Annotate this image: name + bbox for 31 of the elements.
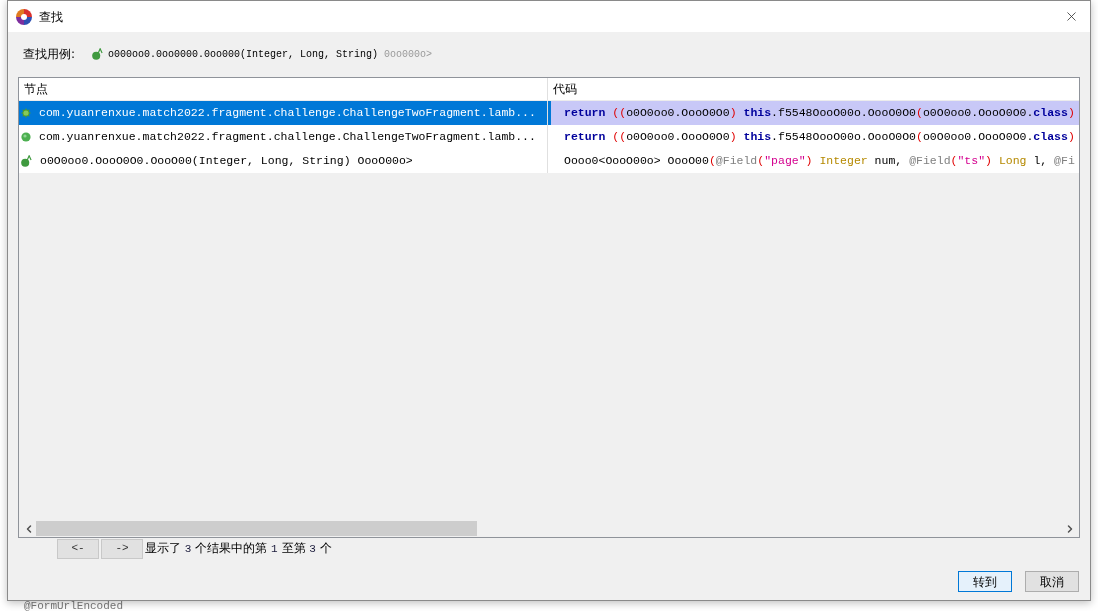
code-line: return ((o0O0oo0.OooO0O0) this.f5548OooO00o.OooO0O0(o0O0oo0.OooO0O0.class) <box>564 106 1075 120</box>
return-type: 0oo000o> <box>384 47 433 62</box>
column-header[interactable]: 代码 <box>548 78 1079 100</box>
previous-button[interactable]: <- <box>57 538 99 559</box>
search-label: 查找用例: <box>23 46 77 63</box>
cancel-button[interactable]: 取消 <box>1025 571 1079 592</box>
node-name: com.yuanrenxue.match2022.fragment.challenge.ChallengeTwoFragment.lamb... <box>39 105 536 122</box>
results-status: 显示了 3 个结果中的第 1 至第 3 个 <box>145 540 332 558</box>
method-icon <box>21 155 32 167</box>
table-cell[interactable]: return ((o0O0oo0.OooO0O0) this.f5548OooO00o.OooO0O0(o0O0oo0.OooO0O0.class) <box>548 101 1079 125</box>
node-name: com.yuanrenxue.match2022.fragment.challenge.ChallengeTwoFragment.lamb... <box>39 129 536 146</box>
scrollbar-thumb[interactable] <box>36 521 477 536</box>
table-cell[interactable]: o0O0oo0.OooO0O0.OooO00(Integer, Long, String) OooO00o> <box>19 149 548 173</box>
go-to-button[interactable]: 转到 <box>958 571 1012 592</box>
app-logo-icon <box>16 8 32 25</box>
return-type: OooO00o> <box>357 153 413 170</box>
table-cell[interactable]: com.yuanrenxue.match2022.fragment.challenge.ChallengeTwoFragment.lamb... <box>19 125 548 149</box>
code-line: Oooo0<OooO00o> OooO00(@Field("page") Integer num, @Field("ts") Long l, @Fi <box>564 154 1075 168</box>
code-line: return ((o0O0oo0.OooO0O0) this.f5548OooO00o.OooO0O0(o0O0oo0.OooO0O0.class) <box>564 130 1075 144</box>
table-cell[interactable]: return ((o0O0oo0.OooO0O0) this.f5548OooO00o.OooO0O0(o0O0oo0.OooO0O0.class) <box>548 125 1079 149</box>
gear-icon <box>21 108 31 118</box>
editor-code-line: @FormUrlEncoded <box>24 601 125 611</box>
window-title: 查找 <box>39 8 63 26</box>
table-cell[interactable]: Oooo0<OooO00o> OooO00(@Field("page") Integer num, @Field("ts") Long l, @Fi <box>548 149 1079 173</box>
column-header[interactable]: 节点 <box>19 78 548 100</box>
table-cell[interactable]: com.yuanrenxue.match2022.fragment.challenge.ChallengeTwoFragment.lamb... <box>19 101 548 125</box>
search-target: o000oo0.0oo0000.0oo000(Integer, Long, String) <box>108 47 379 62</box>
method-icon <box>92 48 103 60</box>
circle-icon <box>21 132 31 142</box>
node-name: o0O0oo0.OooO0O0.OooO00(Integer, Long, String) <box>40 153 351 170</box>
next-button[interactable]: -> <box>101 538 143 559</box>
